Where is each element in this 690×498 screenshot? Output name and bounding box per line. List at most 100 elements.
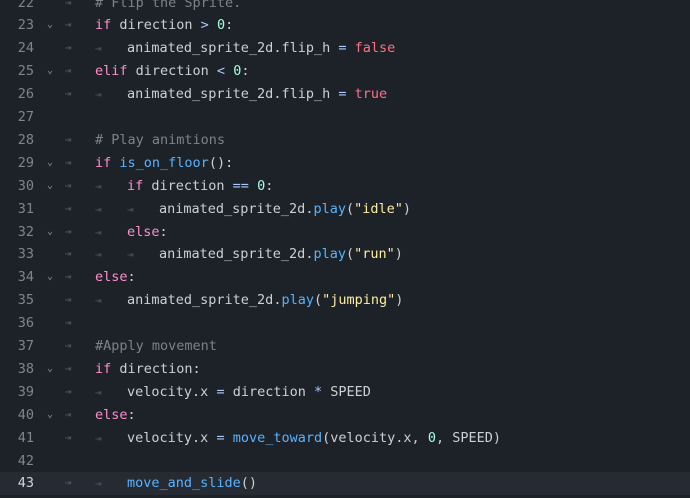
code-line[interactable]: 29 ⌄ ⇥ if is_on_floor(): bbox=[0, 152, 690, 175]
line-number: 41 bbox=[17, 429, 34, 446]
indent-tab-icon: ⇥ bbox=[95, 477, 102, 491]
code-line[interactable]: 33 ⇥ ⇥ ⇥ animated_sprite_2d.play("run") bbox=[0, 243, 690, 266]
code-line[interactable]: 27 bbox=[0, 106, 690, 129]
code-token: . bbox=[192, 429, 201, 446]
code-token: "jumping" bbox=[322, 292, 396, 309]
code-token: move_toward bbox=[232, 429, 323, 446]
chevron-down-icon[interactable]: ⌄ bbox=[44, 404, 56, 427]
line-number: 26 bbox=[17, 86, 34, 103]
chevron-down-icon[interactable]: ⌄ bbox=[44, 175, 56, 198]
chevron-down-icon[interactable]: ⌄ bbox=[44, 221, 56, 244]
line-number: 25 bbox=[17, 63, 34, 80]
code-token: 0 bbox=[257, 177, 266, 194]
line-number: 32 bbox=[17, 223, 34, 240]
indent-tab-icon: ⇥ bbox=[64, 41, 72, 55]
code-token: (): bbox=[208, 154, 234, 171]
indent-tab-icon: ⇥ bbox=[64, 224, 72, 238]
code-token: is_on_floor bbox=[119, 154, 209, 171]
code-line[interactable]: 22 ⇥ # Flip the Sprite. bbox=[0, 0, 690, 14]
code-token: ) bbox=[402, 200, 412, 217]
indent-tab-icon: ⇥ bbox=[95, 294, 102, 308]
code-line[interactable]: 34 ⌄ ⇥ else: bbox=[0, 266, 690, 289]
line-number: 24 bbox=[17, 40, 34, 57]
line-number: 37 bbox=[17, 338, 34, 354]
code-token: else bbox=[95, 269, 128, 286]
indent-tab-icon: ⇥ bbox=[95, 385, 102, 399]
code-token: play bbox=[313, 246, 346, 263]
code-token: play bbox=[313, 200, 346, 217]
code-line[interactable]: 39 ⇥ ⇥ velocity.x = direction * SPEED bbox=[0, 381, 690, 404]
code-line[interactable]: 24 ⇥ ⇥ animated_sprite_2d.flip_h = false bbox=[0, 37, 690, 60]
indent-tab-icon: ⇥ bbox=[64, 339, 72, 352]
code-text: ⇥ animated_sprite_2d.flip_h = false bbox=[95, 37, 395, 61]
code-token: ) bbox=[394, 246, 403, 263]
code-token: animated_sprite_2d bbox=[159, 246, 306, 263]
code-line[interactable]: 28 ⇥ # Play animtions bbox=[0, 129, 690, 152]
code-line[interactable]: 32 ⌄ ⇥ ⇥ else: bbox=[0, 221, 690, 244]
code-line[interactable]: 25 ⌄ ⇥ elif direction < 0: bbox=[0, 60, 690, 83]
code-token: : bbox=[127, 269, 136, 286]
indent-tab-icon: ⇥ bbox=[95, 225, 102, 239]
code-text: ⇥ velocity.x = move_toward(velocity.x, 0,… bbox=[95, 427, 501, 451]
code-line[interactable]: 41 ⇥ ⇥ velocity.x = move_toward(velocity.x,… bbox=[0, 427, 690, 450]
indent-tab-icon: ⇥ bbox=[64, 430, 72, 444]
chevron-down-icon[interactable]: ⌄ bbox=[44, 266, 56, 289]
code-line[interactable]: 37 ⇥ #Apply movement bbox=[0, 335, 690, 358]
line-number: 27 bbox=[17, 109, 34, 125]
code-token: animated_sprite_2d bbox=[127, 86, 274, 103]
code-token: . bbox=[192, 383, 201, 400]
code-token: direction bbox=[224, 383, 314, 400]
code-line[interactable]: 30 ⌄ ⇥ ⇥ if direction == 0: bbox=[0, 175, 690, 198]
code-token: ( bbox=[345, 200, 355, 217]
indent-tab-icon: ⇥ bbox=[64, 384, 72, 398]
code-token: "run" bbox=[354, 246, 395, 263]
indent-tab-icon: ⇥ bbox=[95, 431, 102, 445]
chevron-down-icon[interactable]: ⌄ bbox=[44, 152, 56, 175]
line-number: 35 bbox=[17, 292, 34, 309]
code-token: play bbox=[281, 292, 314, 309]
code-token: > bbox=[200, 17, 209, 34]
code-token: ( bbox=[345, 246, 355, 263]
code-token: # Play animtions bbox=[95, 131, 226, 148]
line-number: 34 bbox=[17, 269, 34, 286]
indent-tab-icon: ⇥ bbox=[64, 178, 72, 192]
chevron-down-icon[interactable]: ⌄ bbox=[44, 14, 56, 37]
code-token: direction bbox=[111, 360, 193, 377]
code-line[interactable]: 36 ⇥ bbox=[0, 312, 690, 335]
code-line[interactable]: 23 ⌄ ⇥ if direction > 0: bbox=[0, 14, 690, 37]
code-text: else: bbox=[95, 404, 136, 427]
indent-tab-icon: ⇥ bbox=[95, 179, 102, 193]
code-line[interactable]: 40 ⌄ ⇥ else: bbox=[0, 404, 690, 427]
chevron-down-icon[interactable]: ⌄ bbox=[44, 358, 56, 381]
code-token: elif bbox=[95, 63, 128, 80]
chevron-down-icon[interactable]: ⌄ bbox=[44, 60, 56, 83]
code-line[interactable]: 35 ⇥ ⇥ animated_sprite_2d.play("jumping") bbox=[0, 289, 690, 312]
code-token: animated_sprite_2d bbox=[127, 292, 274, 309]
code-token: else bbox=[127, 223, 160, 240]
indent-tab-icon: ⇥ bbox=[64, 0, 72, 9]
code-line[interactable]: 26 ⇥ ⇥ animated_sprite_2d.flip_h = true bbox=[0, 83, 690, 106]
line-number: 43 bbox=[17, 475, 34, 492]
code-line[interactable]: 31 ⇥ ⇥ ⇥ animated_sprite_2d.play("idle") bbox=[0, 198, 690, 221]
code-token: : bbox=[241, 63, 250, 80]
code-token: flip_h bbox=[281, 86, 331, 103]
code-line[interactable]: 42 bbox=[0, 450, 690, 473]
code-text: # Flip the Sprite. bbox=[95, 0, 241, 14]
indent-tab-icon: ⇥ bbox=[64, 476, 72, 490]
indent-tab-icon: ⇥ bbox=[95, 248, 102, 262]
code-token: #Apply movement bbox=[95, 338, 217, 354]
indent-tab-icon: ⇥ bbox=[64, 155, 72, 169]
indent-tab-icon: ⇥ bbox=[64, 247, 72, 261]
code-token: 0 bbox=[427, 429, 436, 446]
code-token: velocity bbox=[127, 383, 193, 400]
code-token: == bbox=[232, 177, 249, 194]
code-token: < bbox=[216, 63, 226, 80]
code-token: : bbox=[192, 360, 201, 377]
code-line[interactable]: 38 ⌄ ⇥ if direction: bbox=[0, 358, 690, 381]
indent-tab-icon: ⇥ bbox=[95, 42, 102, 56]
code-editor[interactable]: 22 ⇥ # Flip the Sprite. 23 ⌄ ⇥ if direction > … bbox=[0, 0, 690, 498]
code-token: move_and_slide bbox=[127, 475, 241, 492]
line-number: 39 bbox=[17, 383, 34, 400]
code-line[interactable]: 43 ⇥ ⇥ move_and_slide() bbox=[0, 472, 690, 496]
